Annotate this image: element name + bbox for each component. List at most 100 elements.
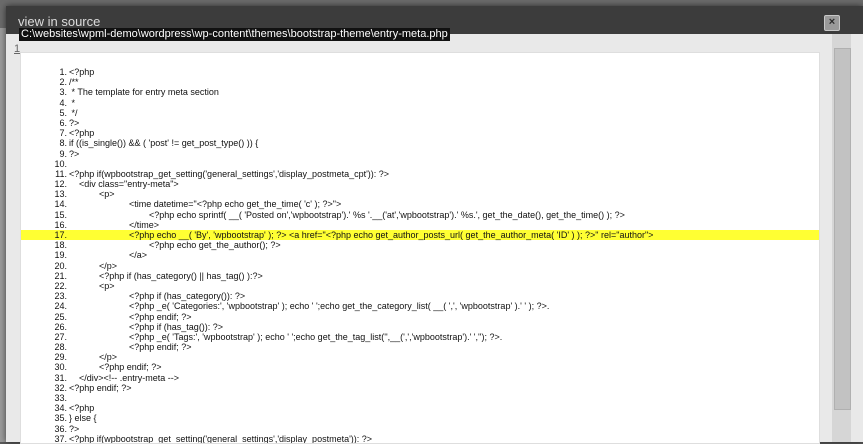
- line-number: 9.: [49, 149, 67, 159]
- line-number: 29.: [49, 352, 67, 362]
- line-text: </a>: [69, 250, 147, 260]
- line-text: </p>: [69, 352, 117, 362]
- code-line: 13. <p>: [21, 189, 819, 199]
- vertical-scrollbar[interactable]: [832, 34, 851, 442]
- code-line: 29. </p>: [21, 352, 819, 362]
- line-number: 3.: [49, 87, 67, 97]
- line-number: 11.: [49, 169, 67, 179]
- code-line: 19. </a>: [21, 250, 819, 260]
- line-text: <?php: [69, 403, 94, 413]
- line-number: 26.: [49, 322, 67, 332]
- code-line: 23. <?php if (has_category()): ?>: [21, 291, 819, 301]
- code-line: 33.: [21, 393, 819, 403]
- line-number: 17.: [49, 230, 67, 240]
- code-line: 2./**: [21, 77, 819, 87]
- line-text: <time datetime="<?php echo get_the_time(…: [69, 199, 341, 209]
- dialog-title: view in source: [18, 15, 100, 29]
- code-line: 37.<?php if(wpbootstrap_get_setting('gen…: [21, 434, 819, 444]
- code-line: 28. <?php endif; ?>: [21, 342, 819, 352]
- code-line: 14. <time datetime="<?php echo get_the_t…: [21, 199, 819, 209]
- line-number: 21.: [49, 271, 67, 281]
- code-line: 1.<?php: [21, 67, 819, 77]
- code-line: 20. </p>: [21, 261, 819, 271]
- line-text: <?php _e( 'Tags:', 'wpbootstrap' ); echo…: [69, 332, 502, 342]
- line-number: 13.: [49, 189, 67, 199]
- code-line: 4. *: [21, 98, 819, 108]
- line-text: ?>: [69, 424, 79, 434]
- code-line: 9.?>: [21, 149, 819, 159]
- line-text: if ((is_single()) && ( 'post' != get_pos…: [69, 138, 258, 148]
- line-number: 18.: [49, 240, 67, 250]
- line-text: } else {: [69, 413, 97, 423]
- line-text: <?php endif; ?>: [69, 342, 192, 352]
- code-line: 26. <?php if (has_tag()): ?>: [21, 322, 819, 332]
- line-number: 30.: [49, 362, 67, 372]
- line-number: 6.: [49, 118, 67, 128]
- code-line: 5. */: [21, 108, 819, 118]
- line-number: 34.: [49, 403, 67, 413]
- close-button[interactable]: ×: [824, 15, 840, 31]
- line-text: </time>: [69, 220, 159, 230]
- scrollbar-thumb[interactable]: [834, 48, 851, 410]
- code-line: 24. <?php _e( 'Categories:', 'wpbootstra…: [21, 301, 819, 311]
- code-line: 17. <?php echo __( 'By', 'wpbootstrap' )…: [21, 230, 819, 240]
- line-text: <?php echo get_the_author(); ?>: [69, 240, 281, 250]
- line-number: 10.: [49, 159, 67, 169]
- line-number: 23.: [49, 291, 67, 301]
- line-number: 5.: [49, 108, 67, 118]
- code-line: 36.?>: [21, 424, 819, 434]
- line-text: <?php if (has_category()): ?>: [69, 291, 245, 301]
- file-path: C:\websites\wpml-demo\wordpress\wp-conte…: [19, 28, 450, 41]
- line-number: 36.: [49, 424, 67, 434]
- code-line: 12. <div class="entry-meta">: [21, 179, 819, 189]
- line-text: <?php: [69, 67, 94, 77]
- line-number: 31.: [49, 373, 67, 383]
- code-line: 30. <?php endif; ?>: [21, 362, 819, 372]
- line-text: <?php endif; ?>: [69, 383, 132, 393]
- line-number: 35.: [49, 413, 67, 423]
- code-line: 22. <p>: [21, 281, 819, 291]
- line-text: <p>: [69, 281, 115, 291]
- code-listing: 1.<?php2./**3. * The template for entry …: [21, 67, 819, 444]
- line-text: <?php echo sprintf( __( 'Posted on','wpb…: [69, 210, 625, 220]
- line-number: 4.: [49, 98, 67, 108]
- line-number: 8.: [49, 138, 67, 148]
- line-number: 12.: [49, 179, 67, 189]
- line-number: 28.: [49, 342, 67, 352]
- line-number: 2.: [49, 77, 67, 87]
- line-text: <?php: [69, 128, 94, 138]
- code-line: 31. </div><!-- .entry-meta -->: [21, 373, 819, 383]
- line-text: <div class="entry-meta">: [69, 179, 179, 189]
- line-number: 7.: [49, 128, 67, 138]
- line-text: <?php endif; ?>: [69, 362, 162, 372]
- line-text: * The template for entry meta section: [69, 87, 219, 97]
- line-number: 33.: [49, 393, 67, 403]
- code-line: 21. <?php if (has_category() || has_tag(…: [21, 271, 819, 281]
- line-text: ?>: [69, 149, 79, 159]
- line-text: */: [69, 108, 78, 118]
- line-number: 20.: [49, 261, 67, 271]
- line-number: 14.: [49, 199, 67, 209]
- code-line: 16. </time>: [21, 220, 819, 230]
- line-text: <?php endif; ?>: [69, 312, 192, 322]
- code-line: 6.?>: [21, 118, 819, 128]
- line-number: 1.: [49, 67, 67, 77]
- code-line: 32.<?php endif; ?>: [21, 383, 819, 393]
- code-line: 3. * The template for entry meta section: [21, 87, 819, 97]
- line-number: 22.: [49, 281, 67, 291]
- line-number: 15.: [49, 210, 67, 220]
- close-icon: ×: [829, 16, 835, 28]
- line-number: 37.: [49, 434, 67, 444]
- line-number: 19.: [49, 250, 67, 260]
- code-line: 35.} else {: [21, 413, 819, 423]
- line-number: 24.: [49, 301, 67, 311]
- code-line: 34.<?php: [21, 403, 819, 413]
- line-text: *: [69, 98, 75, 108]
- line-text: <?php if(wpbootstrap_get_setting('genera…: [69, 169, 389, 179]
- line-text: <p>: [69, 189, 115, 199]
- line-text: </div><!-- .entry-meta -->: [69, 373, 179, 383]
- code-line: 18. <?php echo get_the_author(); ?>: [21, 240, 819, 250]
- line-text: <?php echo __( 'By', 'wpbootstrap' ); ?>…: [69, 230, 653, 240]
- code-line: 8.if ((is_single()) && ( 'post' != get_p…: [21, 138, 819, 148]
- line-text: <?php _e( 'Categories:', 'wpbootstrap' )…: [69, 301, 549, 311]
